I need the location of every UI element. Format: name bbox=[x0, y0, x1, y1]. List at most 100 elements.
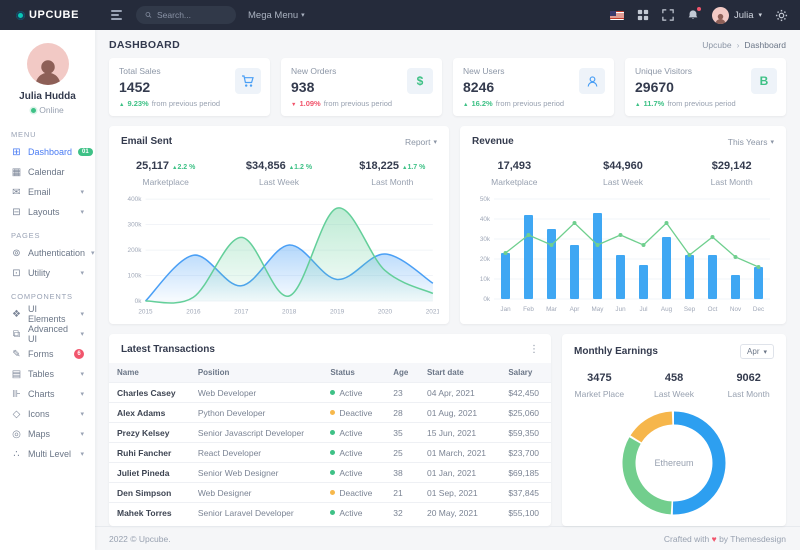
chevron-down-icon bbox=[80, 208, 84, 216]
left-sidebar: Julia Hudda Online MENU ⊞ Dashboard 01 ▦… bbox=[0, 30, 95, 550]
heart-icon: ♥ bbox=[712, 534, 717, 544]
authentication-icon: ⊚ bbox=[11, 248, 22, 259]
navbar-search[interactable] bbox=[136, 6, 236, 24]
online-status: Online bbox=[39, 105, 64, 115]
svg-text:30k: 30k bbox=[480, 236, 491, 243]
svg-text:Aug: Aug bbox=[661, 306, 673, 313]
user-name: Julia bbox=[734, 10, 754, 21]
stat-cards-row: Total Sales 1452 9.23%from previous peri… bbox=[95, 58, 800, 116]
status-dot bbox=[330, 490, 335, 495]
fullscreen-icon[interactable] bbox=[662, 9, 674, 21]
table-row: Den SimpsonWeb DesignerDeactive2101 Sep,… bbox=[109, 483, 551, 503]
chevron-down-icon bbox=[80, 370, 84, 378]
brand-logo-icon bbox=[16, 11, 25, 20]
sidebar-profile: Julia Hudda Online bbox=[0, 30, 95, 121]
chevron-down-icon bbox=[80, 430, 84, 438]
user-menu[interactable]: Julia bbox=[712, 7, 762, 24]
email-sent-stats: 25,1172.2 %Marketplace $34,8561.2 %Last … bbox=[109, 147, 449, 189]
sidebar-item-utility[interactable]: ⊡ Utility bbox=[0, 263, 95, 283]
maps-icon: ◎ bbox=[11, 429, 22, 440]
sidebar-item-forms[interactable]: ✎ Forms 6 bbox=[0, 344, 95, 364]
sidebar-item-maps[interactable]: ◎ Maps bbox=[0, 424, 95, 444]
chevron-down-icon bbox=[80, 330, 84, 338]
mega-menu-button[interactable]: Mega Menu bbox=[248, 10, 305, 21]
this-years-dropdown[interactable]: This Years bbox=[728, 137, 774, 147]
forms-badge: 6 bbox=[74, 349, 84, 359]
brand-name: UPCUBE bbox=[29, 9, 79, 21]
svg-text:200k: 200k bbox=[128, 247, 143, 254]
bottom-row: Latest Transactions Name Position Status… bbox=[95, 324, 800, 526]
tables-icon: ▤ bbox=[11, 369, 22, 380]
earnings-stats: 3475Market Place 458Last Week 9062Last M… bbox=[562, 359, 786, 401]
svg-text:May: May bbox=[592, 306, 605, 313]
svg-text:Sep: Sep bbox=[684, 306, 696, 313]
language-flag-icon[interactable] bbox=[610, 11, 624, 20]
sidebar-item-layouts[interactable]: ⊟ Layouts bbox=[0, 202, 95, 222]
transactions-table: Name Position Status Age Start date Sala… bbox=[109, 363, 551, 522]
footer-copyright: 2022 © Upcube. bbox=[109, 534, 171, 544]
sidebar-item-advanced-ui[interactable]: ⧉ Advanced UI bbox=[0, 324, 95, 344]
sidebar-item-multi-level[interactable]: ∴ Multi Level bbox=[0, 444, 95, 464]
revenue-chart: 0k10k20k30k40k50kJanFebMarAprMayJunJulAu… bbox=[460, 189, 786, 317]
report-dropdown[interactable]: Report bbox=[405, 137, 437, 147]
svg-text:0k: 0k bbox=[483, 296, 491, 303]
svg-text:0k: 0k bbox=[135, 298, 143, 305]
table-row: Alex AdamsPython DeveloperDeactive2801 A… bbox=[109, 403, 551, 423]
revenue-stats: 17,493Marketplace $44,960Last Week $29,1… bbox=[460, 147, 786, 189]
sidebar-item-dashboard[interactable]: ⊞ Dashboard 01 bbox=[0, 142, 95, 162]
svg-text:Nov: Nov bbox=[730, 306, 742, 313]
sidebar-item-charts[interactable]: ⊪ Charts bbox=[0, 384, 95, 404]
sidebar-item-ui-elements[interactable]: ❖ UI Elements bbox=[0, 304, 95, 324]
table-row: Charles CaseyWeb DeveloperActive2304 Apr… bbox=[109, 383, 551, 403]
svg-text:2021: 2021 bbox=[426, 308, 439, 315]
sidebar-item-authentication[interactable]: ⊚ Authentication bbox=[0, 243, 95, 263]
svg-text:2019: 2019 bbox=[330, 308, 345, 315]
page-title: DASHBOARD bbox=[109, 39, 180, 51]
table-row: Juliet PinedaSenior Web DesignerActive38… bbox=[109, 463, 551, 483]
breadcrumb-current: Dashboard bbox=[744, 40, 786, 50]
notification-badge bbox=[697, 7, 701, 11]
svg-text:400k: 400k bbox=[128, 196, 143, 203]
latest-transactions-panel: Latest Transactions Name Position Status… bbox=[109, 334, 551, 526]
status-dot bbox=[330, 410, 335, 415]
search-input[interactable] bbox=[157, 10, 227, 20]
footer-credit: Crafted with ♥ by Themesdesign bbox=[664, 534, 786, 544]
svg-text:20k: 20k bbox=[480, 256, 491, 263]
notifications-bell-icon[interactable] bbox=[687, 9, 699, 21]
sidebar-item-calendar[interactable]: ▦ Calendar bbox=[0, 162, 95, 182]
footer: 2022 © Upcube. Crafted with ♥ by Themesd… bbox=[95, 526, 800, 550]
table-row: Prezy KelseySenior Javascript DeveloperA… bbox=[109, 423, 551, 443]
layouts-icon: ⊟ bbox=[11, 207, 22, 218]
month-select[interactable]: Apr bbox=[740, 344, 774, 359]
svg-text:50k: 50k bbox=[480, 196, 491, 203]
menu-toggle-icon[interactable] bbox=[111, 10, 122, 20]
dollar-icon: $ bbox=[407, 68, 433, 94]
sidebar-item-email[interactable]: ✉ Email bbox=[0, 182, 95, 202]
online-status-icon bbox=[31, 108, 36, 113]
svg-text:Mar: Mar bbox=[546, 306, 557, 313]
breadcrumb-home-link[interactable]: Upcube bbox=[702, 40, 731, 50]
forms-icon: ✎ bbox=[11, 349, 22, 360]
svg-text:Jul: Jul bbox=[639, 306, 647, 313]
sidebar-item-icons[interactable]: ◇ Icons bbox=[0, 404, 95, 424]
transactions-title: Latest Transactions bbox=[121, 344, 215, 355]
sidebar-section-pages: PAGES bbox=[0, 222, 95, 243]
stat-card-new-orders: New Orders 938 1.09%from previous period… bbox=[281, 58, 442, 116]
email-icon: ✉ bbox=[11, 187, 22, 198]
monthly-earnings-title: Monthly Earnings bbox=[574, 346, 658, 357]
table-row: Ruhi FancherReact DeveloperActive2501 Ma… bbox=[109, 443, 551, 463]
apps-grid-icon[interactable] bbox=[637, 9, 649, 21]
sidebar-item-tables[interactable]: ▤ Tables bbox=[0, 364, 95, 384]
status-dot bbox=[330, 470, 335, 475]
email-sent-title: Email Sent bbox=[121, 136, 172, 147]
brand-logo[interactable]: UPCUBE bbox=[0, 9, 95, 21]
profile-avatar[interactable] bbox=[27, 43, 69, 85]
user-icon bbox=[579, 68, 605, 94]
top-navbar: UPCUBE Mega Menu Julia bbox=[0, 0, 800, 30]
kebab-menu-icon[interactable] bbox=[529, 344, 539, 355]
charts-icon: ⊪ bbox=[11, 389, 22, 400]
settings-gear-icon[interactable] bbox=[775, 9, 788, 22]
status-dot bbox=[330, 510, 335, 515]
status-dot bbox=[330, 390, 335, 395]
ui-elements-icon: ❖ bbox=[11, 309, 22, 320]
